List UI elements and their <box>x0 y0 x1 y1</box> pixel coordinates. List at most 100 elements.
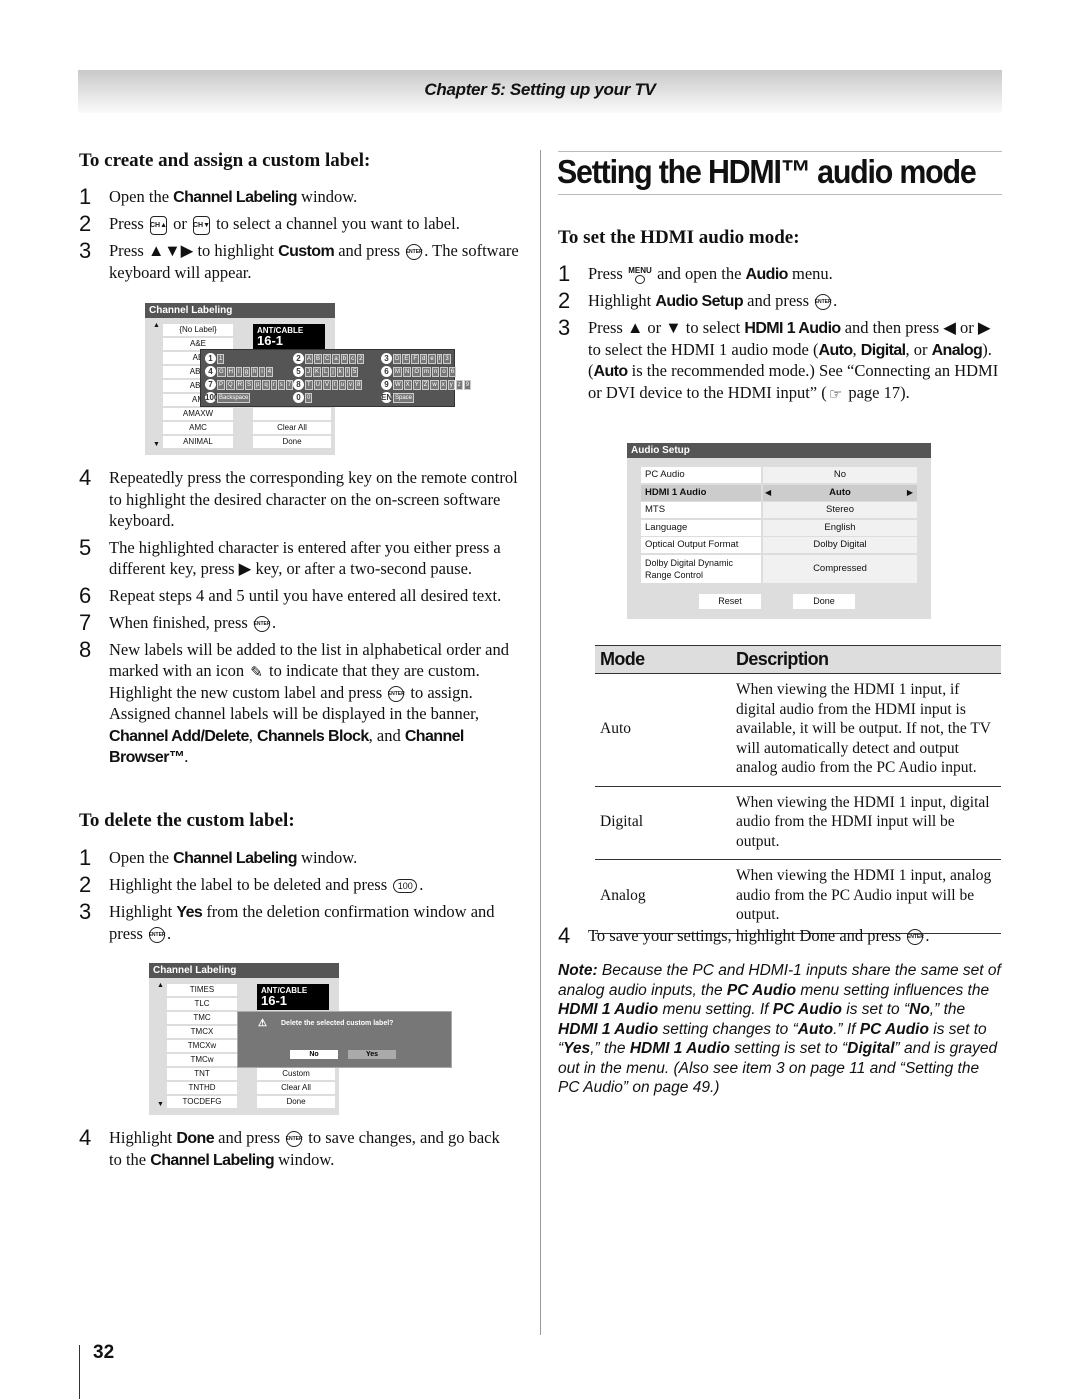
keyboard-key[interactable]: ENT Space <box>381 392 415 403</box>
keyboard-key[interactable]: 7PQRSpqrs7 <box>205 379 294 390</box>
key-char: Y <box>412 379 421 390</box>
step-text: . <box>419 875 424 894</box>
scroll-up-icon[interactable]: ▲ <box>153 322 160 329</box>
arrow-left-icon[interactable]: ◀ <box>765 485 771 501</box>
channel-label-item[interactable]: {No Label} <box>163 324 233 336</box>
key-char: j <box>330 366 336 377</box>
keyboard-key[interactable]: 9WXYZwxyz9 <box>381 379 472 390</box>
channel-label-item[interactable]: TNTHD <box>167 1082 237 1094</box>
step-text: Open the <box>109 187 174 206</box>
step-text: window. <box>296 187 358 206</box>
keyboard-key[interactable]: 11 <box>205 353 225 364</box>
key-char: s <box>277 379 285 390</box>
step-text: is the recommended mode.) See “Connectin… <box>588 361 999 402</box>
key-char: 0 <box>305 392 313 403</box>
scroll-up-icon[interactable]: ▲ <box>157 982 164 989</box>
key-number: 3 <box>381 353 392 364</box>
scroll-down-icon[interactable]: ▼ <box>153 441 160 448</box>
channel-label-item[interactable]: TOCDEFG <box>167 1096 237 1108</box>
keyboard-key[interactable]: 4GHIghi4 <box>205 366 274 377</box>
step-text: When finished, press <box>109 612 252 632</box>
arrow-right-icon[interactable]: ▶ <box>907 485 913 501</box>
step-text: Highlight the label to be deleted and pr… <box>109 875 392 894</box>
step-text: , or <box>905 339 932 359</box>
step-text: Highlight <box>109 1128 177 1147</box>
step-number: 2 <box>79 211 92 236</box>
step-text: . <box>925 926 930 945</box>
channel-label-item[interactable]: AMAXW <box>163 408 233 420</box>
audio-setting-row[interactable]: Optical Output Format Dolby Digital <box>641 537 917 553</box>
keyboard-key[interactable]: 6MNOmno6 <box>381 366 457 377</box>
label-action-3[interactable]: Done <box>253 436 331 448</box>
keyboard-key[interactable]: 3DEFdef3 <box>381 353 451 364</box>
step-item: 4 Highlight Done and press ENTER to save … <box>79 1127 509 1170</box>
label-action-2[interactable]: Clear All <box>257 1082 335 1094</box>
audio-setting-row[interactable]: MTS Stereo <box>641 502 917 518</box>
step-body: The highlighted character is entered aft… <box>109 537 525 580</box>
dialog-message: Delete the selected custom label? <box>281 1020 394 1027</box>
keyboard-key[interactable]: 5JKLjkl5 <box>293 366 359 377</box>
keyboard-key[interactable]: 8TUVtuv8 <box>293 379 363 390</box>
keyboard-key[interactable]: 00 <box>293 392 313 403</box>
ui-term: Channel Labeling <box>173 850 297 867</box>
key-char: R <box>235 379 245 390</box>
audio-setting-row[interactable]: HDMI 1 Audio Auto ◀ ▶ <box>641 484 917 501</box>
key-char: 6 <box>448 366 457 377</box>
chapter-title: Chapter 5: Setting up your TV <box>424 80 656 99</box>
channel-label-item[interactable]: TIMES <box>167 984 237 996</box>
step-text: Repeatedly press the corresponding key o… <box>109 468 518 530</box>
channel-label-item[interactable]: TMCX <box>167 1026 237 1038</box>
label-action-2[interactable]: Clear All <box>253 422 331 434</box>
channel-label-item[interactable]: TNT <box>167 1068 237 1080</box>
key-char: l <box>344 366 351 377</box>
key-char: d <box>420 353 428 364</box>
hdmi-steps: 1 Press MENU and open the Audio menu. 2 Hig… <box>558 263 1002 408</box>
key-char: B <box>314 353 323 364</box>
channel-label-item[interactable]: ANIMAL <box>163 436 233 448</box>
pencil-icon: ✎ <box>250 664 263 682</box>
keyboard-key[interactable]: 2ABCabc2 <box>293 353 365 364</box>
setting-label: Language <box>641 519 761 536</box>
label-action-1[interactable] <box>253 408 331 420</box>
key-number: 6 <box>381 366 392 377</box>
no-button[interactable]: No <box>290 1050 338 1059</box>
note-emphasis: PC Audio <box>726 981 797 999</box>
keyboard-key[interactable]: 100 Backspace <box>205 392 251 403</box>
key-char: q <box>262 379 270 390</box>
step-body: Press CH▲ or CH▼ to select a channel you… <box>109 213 460 235</box>
audio-setting-row[interactable]: Language English <box>641 519 917 536</box>
menu-button-icon: MENU <box>628 266 652 284</box>
channel-label-item[interactable]: AMC <box>163 422 233 434</box>
label-action-3[interactable]: Done <box>257 1096 335 1108</box>
scroll-down-icon[interactable]: ▼ <box>157 1101 164 1108</box>
reset-button[interactable]: Reset <box>699 594 761 609</box>
step-text: Press ▲ or ▼ to select <box>588 318 745 337</box>
key-char: E <box>402 353 411 364</box>
channel-down-icon: CH▼ <box>193 215 210 235</box>
note-text: setting changes to “ <box>658 1020 798 1038</box>
channel-label-item[interactable]: TMCw <box>167 1054 237 1066</box>
step-text: , and <box>368 725 405 745</box>
step-text: Open the <box>109 848 174 867</box>
yes-button[interactable]: Yes <box>348 1050 396 1059</box>
label-action-1[interactable]: Custom <box>257 1068 335 1080</box>
note-text: .” If <box>833 1020 860 1038</box>
done-button[interactable]: Done <box>793 594 855 609</box>
step-item: 2 Highlight Audio Setup and press ENTER. <box>558 290 1002 312</box>
enter-button-icon: ENTER <box>815 294 832 311</box>
osd-title: Channel Labeling <box>145 303 335 318</box>
channel-label-item[interactable]: TLC <box>167 998 237 1010</box>
channel-label-item[interactable]: TMCXw <box>167 1040 237 1052</box>
step-text: To save your settings, highlight Done an… <box>588 926 906 945</box>
audio-setting-row[interactable]: PC Audio No <box>641 467 917 483</box>
step-item: 1 Press MENU and open the Audio menu. <box>558 263 1002 285</box>
setting-label: Optical Output Format <box>641 537 761 553</box>
audio-setting-row[interactable]: Dolby Digital Dynamic Range Control Compr… <box>641 554 917 583</box>
ui-term: Audio <box>745 266 789 283</box>
step-text: or <box>168 214 191 233</box>
key-char: K <box>313 366 322 377</box>
key-char: i <box>259 366 265 377</box>
key-char: r <box>270 379 277 390</box>
step-body: Press ▲ or ▼ to select HDMI 1 Audio and … <box>588 317 1002 403</box>
channel-label-item[interactable]: TMC <box>167 1012 237 1024</box>
